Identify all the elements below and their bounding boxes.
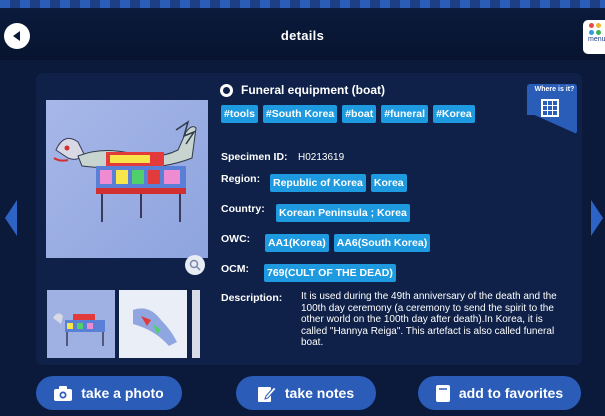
chevron-left-icon[interactable]	[5, 200, 17, 236]
funeral-boat-illustration	[53, 120, 197, 222]
region-label: Region:	[221, 173, 261, 185]
region-values: Republic of Korea Korea	[270, 174, 412, 192]
tag-list: #tools #South Korea #boat #funeral #Kore…	[221, 105, 480, 123]
radio-circle-icon	[220, 83, 233, 97]
pencil-note-icon	[257, 385, 276, 402]
bookmark-icon	[435, 384, 450, 402]
take-notes-button[interactable]: take notes	[236, 376, 376, 410]
where-is-it-label: Where is it?	[534, 86, 575, 93]
thumbnail-3[interactable]	[192, 290, 200, 358]
owc-chip[interactable]: AA6(South Korea)	[333, 234, 431, 252]
ocm-label: OCM:	[221, 263, 249, 275]
take-photo-label: take a photo	[81, 385, 164, 401]
map-grid-icon	[541, 99, 559, 117]
top-decorative-band	[0, 0, 605, 8]
tag-chip[interactable]: #boat	[342, 105, 377, 123]
owc-label: OWC:	[221, 233, 251, 245]
add-to-favorites-label: add to favorites	[458, 385, 564, 401]
tag-chip[interactable]: #South Korea	[262, 105, 338, 123]
artifact-name: Funeral equipment (boat)	[241, 83, 385, 97]
region-chip[interactable]: Republic of Korea	[270, 174, 366, 192]
thumbnail-boat-side	[53, 313, 105, 346]
menu-grid-icon	[589, 23, 601, 35]
artifact-photo[interactable]	[46, 100, 208, 258]
chevron-right-icon[interactable]	[591, 200, 603, 236]
take-photo-button[interactable]: take a photo	[36, 376, 182, 410]
thumbnail-2[interactable]	[119, 290, 187, 358]
camera-icon	[54, 385, 73, 401]
menu-label: menu	[588, 35, 605, 43]
country-chip[interactable]: Korean Peninsula ; Korea	[276, 204, 410, 222]
specimen-id-value: H0213619	[298, 152, 345, 163]
thumbnail-1[interactable]	[47, 290, 115, 358]
specimen-id-label: Specimen ID:	[221, 151, 288, 163]
add-to-favorites-button[interactable]: add to favorites	[418, 376, 581, 410]
owc-chip[interactable]: AA1(Korea)	[265, 234, 329, 252]
tag-chip[interactable]: #Korea	[433, 105, 475, 123]
country-label: Country:	[221, 203, 265, 215]
country-values: Korean Peninsula ; Korea	[276, 204, 415, 222]
tag-chip[interactable]: #tools	[221, 105, 258, 123]
description-label: Description:	[221, 292, 283, 304]
region-chip[interactable]: Korea	[370, 174, 407, 192]
take-notes-label: take notes	[284, 385, 355, 401]
ocm-chip[interactable]: 769(CULT OF THE DEAD)	[264, 264, 396, 282]
page-title: details	[280, 28, 325, 43]
thumbnail-boat-angle	[133, 308, 177, 346]
ocm-values: 769(CULT OF THE DEAD)	[264, 264, 401, 282]
description-text: It is used during the 49th anniversary o…	[301, 291, 557, 348]
owc-values: AA1(Korea) AA6(South Korea)	[265, 234, 435, 252]
zoom-icon[interactable]	[185, 255, 205, 275]
artifact-name-row: Funeral equipment (boat)	[220, 83, 385, 97]
tag-chip[interactable]: #funeral	[381, 105, 429, 123]
menu-button[interactable]: menu	[583, 20, 605, 54]
